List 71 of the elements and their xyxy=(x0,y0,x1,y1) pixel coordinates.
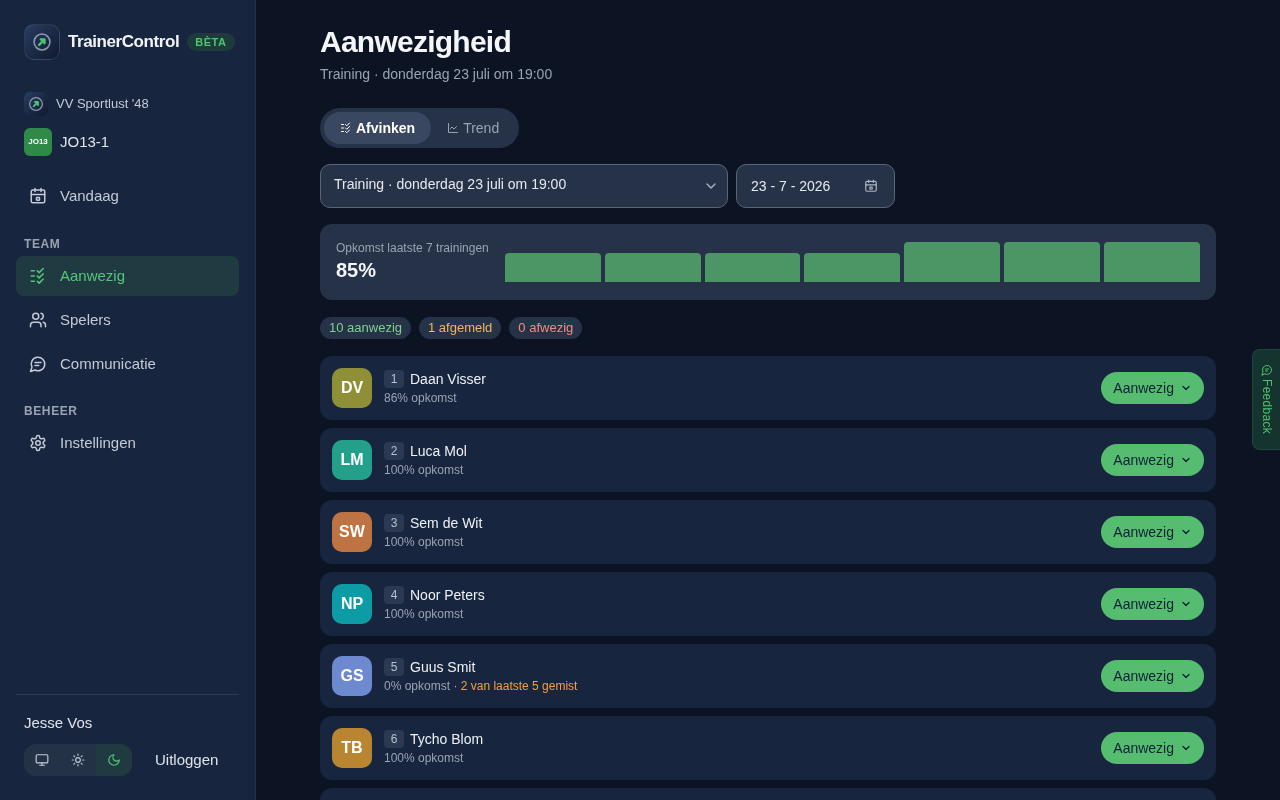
player-name: Daan Visser xyxy=(410,370,486,388)
attendance-text: 100% opkomst xyxy=(384,534,465,550)
status-count: 10 aanwezig xyxy=(320,317,411,339)
monitor-icon xyxy=(35,753,49,767)
player-avatar: SW xyxy=(332,512,372,552)
checklist-icon xyxy=(340,122,352,134)
status-count: 0 afwezig xyxy=(509,317,583,339)
user-name: Jesse Vos xyxy=(24,713,94,733)
line-chart-icon xyxy=(447,122,460,134)
team-badge: JO13 xyxy=(24,128,52,156)
shirt-number: 4 xyxy=(384,586,404,604)
chat-bubble-icon xyxy=(29,355,47,373)
moon-icon xyxy=(107,753,121,767)
shirt-number: 1 xyxy=(384,370,404,388)
nav-link[interactable]: Instellingen xyxy=(16,423,239,463)
attendance-text: 100% opkomst xyxy=(384,606,465,622)
sun-icon xyxy=(71,753,85,767)
nav-link[interactable]: Spelers xyxy=(16,300,239,340)
chat-bubble-icon xyxy=(1260,364,1273,376)
attendance-text: 86% opkomst xyxy=(384,390,458,406)
nav-link[interactable]: Vandaag xyxy=(16,176,239,216)
shirt-number: 5 xyxy=(384,658,404,676)
logo-icon xyxy=(24,24,60,60)
status-dropdown[interactable]: Aanwezig xyxy=(1101,444,1204,476)
status-count: 1 afgemeld xyxy=(419,317,502,339)
section-label: TEAM xyxy=(23,236,62,252)
player-avatar: TB xyxy=(332,728,372,768)
settings-icon xyxy=(29,434,47,452)
shirt-number: 3 xyxy=(384,514,404,532)
checklist-icon xyxy=(29,267,47,285)
view-tab[interactable]: Trend xyxy=(431,112,516,144)
player-name: Guus Smit xyxy=(410,658,476,676)
section-label: BEHEER xyxy=(23,403,79,419)
club-name: VV Sportlust '48 xyxy=(56,95,149,114)
session-select[interactable]: Training · donderdag 23 juli om 19:00 xyxy=(320,164,728,208)
date-field[interactable]: 23 - 7 - 2026 xyxy=(736,164,895,208)
beta-badge: BÈTA xyxy=(187,33,235,51)
status-dropdown[interactable]: Aanwezig xyxy=(1101,372,1204,404)
calendar-icon xyxy=(864,179,878,193)
logout-button[interactable]: Uitloggen xyxy=(155,748,219,772)
status-dropdown[interactable]: Aanwezig xyxy=(1101,516,1204,548)
club-logo-icon xyxy=(24,92,48,116)
status-dropdown[interactable]: Aanwezig xyxy=(1101,732,1204,764)
calendar-icon xyxy=(29,187,47,205)
player-name: Tycho Blom xyxy=(410,730,484,748)
player-name: Noor Peters xyxy=(410,586,485,604)
player-avatar: NP xyxy=(332,584,372,624)
attendance-text: 100% opkomst xyxy=(384,750,465,766)
player-name: Sem de Wit xyxy=(410,514,483,532)
team-name: JO13-1 xyxy=(60,131,110,152)
users-icon xyxy=(29,311,47,329)
status-dropdown[interactable]: Aanwezig xyxy=(1101,660,1204,692)
nav-link[interactable]: Aanwezig xyxy=(16,256,239,296)
nav-link[interactable]: Communicatie xyxy=(16,344,239,384)
feedback-tab[interactable]: Feedback xyxy=(1252,349,1280,450)
theme-option[interactable] xyxy=(96,744,132,776)
view-tab[interactable]: Afvinken xyxy=(324,112,432,144)
page-title: Aanwezigheid xyxy=(320,24,513,60)
brand-name: TrainerControl xyxy=(68,31,180,54)
player-avatar: DV xyxy=(332,368,372,408)
page-subtitle: Training · donderdag 23 juli om 19:00 xyxy=(320,65,554,84)
player-name: Luca Mol xyxy=(410,442,467,460)
player-avatar: GS xyxy=(332,656,372,696)
attendance-text: 100% opkomst xyxy=(384,462,465,478)
shirt-number: 6 xyxy=(384,730,404,748)
summary-label: Opkomst laatste 7 trainingen xyxy=(336,240,489,256)
status-dropdown[interactable]: Aanwezig xyxy=(1101,588,1204,620)
shirt-number: 2 xyxy=(384,442,404,460)
summary-value: 85% xyxy=(336,258,378,283)
player-avatar: LM xyxy=(332,440,372,480)
attendance-text: 0% opkomst · 2 van laatste 5 gemist xyxy=(384,678,579,694)
